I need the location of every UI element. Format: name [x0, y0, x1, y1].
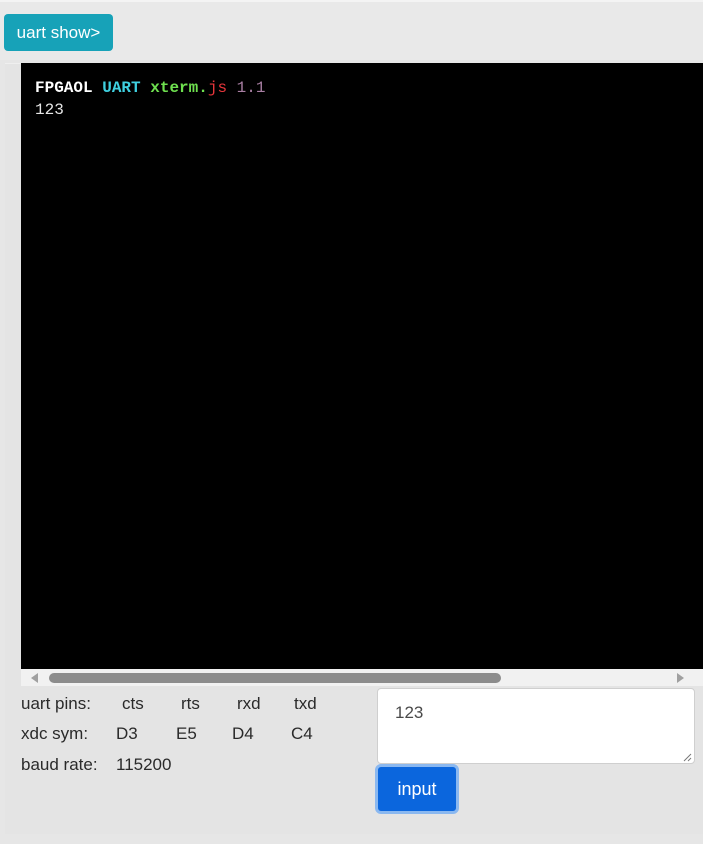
banner-xterm: xterm. — [150, 79, 208, 97]
scroll-right-arrow-icon[interactable] — [677, 673, 684, 683]
pin-cts: cts — [122, 694, 144, 713]
input-submit-button[interactable]: input — [375, 764, 459, 814]
banner-version: 1.1 — [236, 79, 266, 97]
baud-rate-label: baud rate: — [21, 755, 98, 774]
xdc-d4: D4 — [232, 724, 254, 743]
banner-fpgaol: FPGAOL — [35, 79, 93, 97]
baud-rate-value: 115200 — [116, 755, 172, 774]
terminal-output: 123 — [35, 101, 64, 119]
banner-uart: UART — [102, 79, 141, 97]
terminal-banner: FPGAOL UART xterm.js 1.1 — [35, 77, 265, 99]
pin-txd: txd — [294, 694, 317, 713]
scrollbar-thumb[interactable] — [49, 673, 501, 683]
xdc-sym-label: xdc sym: — [21, 724, 89, 743]
pin-rxd: rxd — [237, 694, 261, 713]
baud-rate-row: baud rate: 115200 — [21, 755, 171, 815]
xdc-d3: D3 — [116, 724, 138, 743]
resize-grip-icon[interactable] — [682, 752, 692, 762]
xdc-e5: E5 — [176, 724, 197, 743]
uart-show-button[interactable]: uart show> — [4, 14, 113, 51]
xdc-c4: C4 — [291, 724, 313, 743]
terminal-horizontal-scrollbar[interactable] — [21, 669, 703, 686]
pin-rts: rts — [181, 694, 200, 713]
scroll-left-arrow-icon[interactable] — [31, 673, 38, 683]
uart-pins-label: uart pins: — [21, 694, 91, 713]
xterm-terminal[interactable]: FPGAOL UART xterm.js 1.1 123 — [21, 63, 703, 669]
uart-input-textarea[interactable]: 123 — [377, 688, 695, 764]
banner-js: js — [207, 79, 228, 97]
top-bar: uart show> — [0, 0, 703, 60]
